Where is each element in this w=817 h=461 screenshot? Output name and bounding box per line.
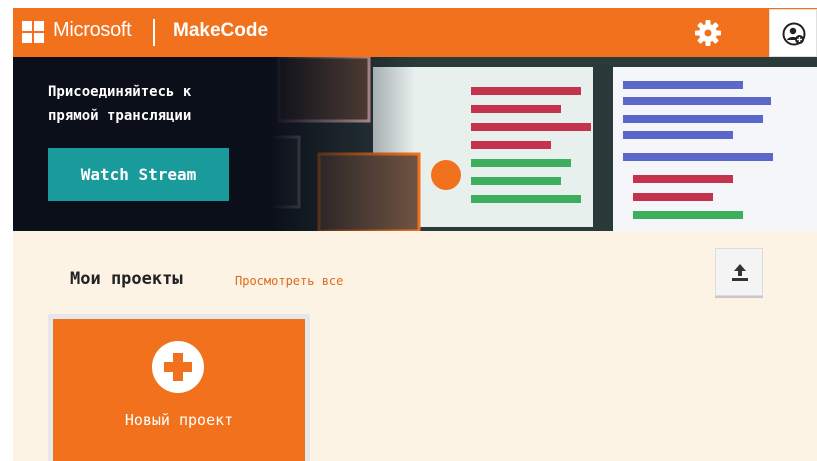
sign-in-button[interactable]: [769, 9, 817, 57]
new-project-card[interactable]: Новый проект: [53, 319, 305, 461]
brand-divider: [153, 19, 155, 46]
projects-section: Мои проекты Просмотреть все Новый проект: [13, 231, 817, 461]
new-project-label: Новый проект: [124, 411, 234, 429]
gear-icon[interactable]: [695, 20, 721, 46]
live-stream-banner: Присоединяйтесь к прямой трансляции Watc…: [13, 57, 817, 231]
microsoft-logo-icon[interactable]: [22, 21, 44, 43]
brand-microsoft[interactable]: Microsoft: [53, 19, 132, 42]
top-bar: Microsoft MakeCode: [13, 8, 817, 57]
banner-title: Присоединяйтесь к прямой трансляции: [48, 84, 192, 124]
plus-icon: [152, 341, 204, 393]
import-button[interactable]: [715, 248, 763, 296]
user-sign-in-icon: [782, 22, 806, 46]
new-project-card-frame: Новый проект: [48, 314, 310, 461]
brand-makecode[interactable]: MakeCode: [173, 20, 268, 42]
view-all-link[interactable]: Просмотреть все: [235, 274, 343, 288]
my-projects-title: Мои проекты: [70, 269, 183, 289]
watch-stream-button[interactable]: Watch Stream: [48, 148, 229, 201]
upload-icon: [732, 264, 748, 281]
